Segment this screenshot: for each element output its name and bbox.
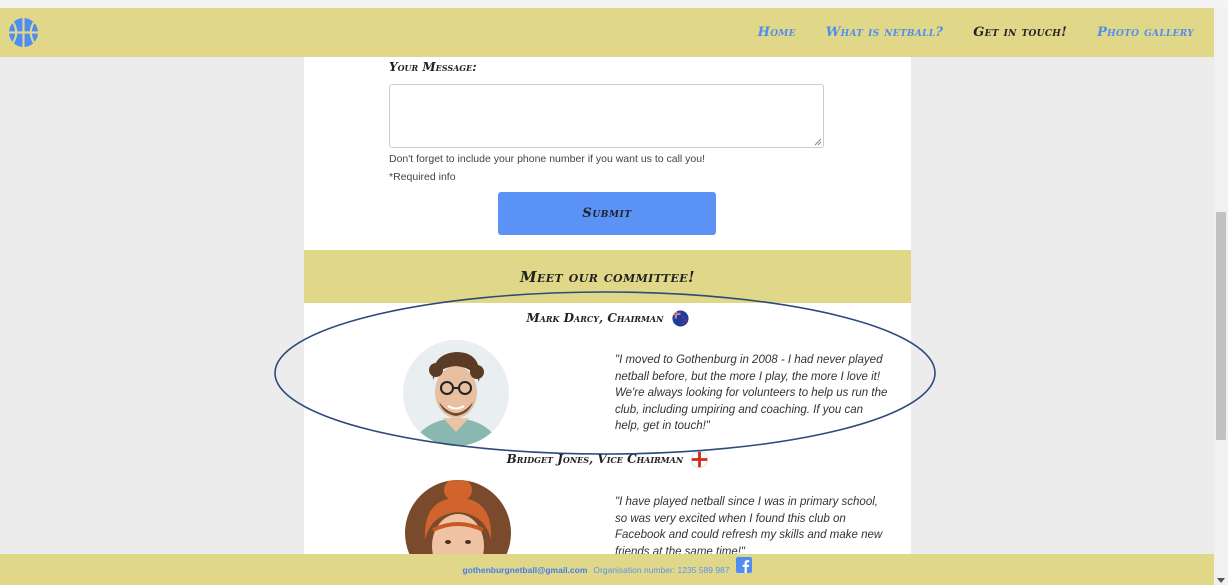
member-quote: "I have played netball since I was in pr…: [615, 496, 883, 558]
nav-what-is-netball[interactable]: What is netball?: [826, 25, 944, 40]
submit-button[interactable]: Submit: [498, 192, 716, 235]
navbar: Home What is netball? Get in touch! Phot…: [0, 8, 1214, 57]
member-name: Mark Darcy, Chairman: [304, 310, 911, 327]
nav-get-in-touch[interactable]: Get in touch!: [973, 25, 1067, 40]
organisation-number: Organisation number: 1235 589 987: [593, 564, 730, 575]
member-name: Bridget Jones, Vice Chairman: [304, 451, 911, 468]
avatar-mark-darcy: [403, 340, 509, 446]
new-zealand-flag-icon: [672, 310, 689, 327]
man-portrait-icon: [403, 340, 509, 446]
footer-email-link[interactable]: gothenburgnetball@gmail.com: [462, 565, 587, 575]
committee-title: Meet our committee!: [519, 268, 696, 286]
nav-home[interactable]: Home: [758, 25, 796, 40]
member-name-text: Mark Darcy, Chairman: [526, 311, 664, 325]
scrollbar-thumb[interactable]: [1216, 212, 1226, 440]
committee-header: Meet our committee!: [304, 250, 911, 303]
nav-photo-gallery[interactable]: Photo gallery: [1097, 25, 1194, 40]
facebook-icon[interactable]: [735, 556, 752, 573]
basketball-icon[interactable]: [8, 17, 39, 48]
message-label: Your Message:: [389, 60, 477, 74]
member-name-text: Bridget Jones, Vice Chairman: [506, 452, 684, 466]
top-edge: [0, 0, 1228, 8]
page-scrollbar[interactable]: [1214, 8, 1228, 585]
required-note: *Required info: [389, 171, 456, 183]
content-panel: Your Message: Don't forget to include yo…: [304, 57, 911, 585]
england-flag-icon: [691, 451, 709, 468]
footer: gothenburgnetball@gmail.com Organisation…: [0, 554, 1214, 585]
resize-grip-icon[interactable]: [814, 138, 822, 146]
message-textarea[interactable]: [389, 84, 824, 148]
main-nav: Home What is netball? Get in touch! Phot…: [728, 8, 1194, 57]
scroll-down-arrow-icon[interactable]: [1217, 578, 1225, 583]
phone-hint: Don't forget to include your phone numbe…: [389, 153, 706, 165]
member-quote: "I moved to Gothenburg in 2008 - I had n…: [615, 354, 888, 432]
